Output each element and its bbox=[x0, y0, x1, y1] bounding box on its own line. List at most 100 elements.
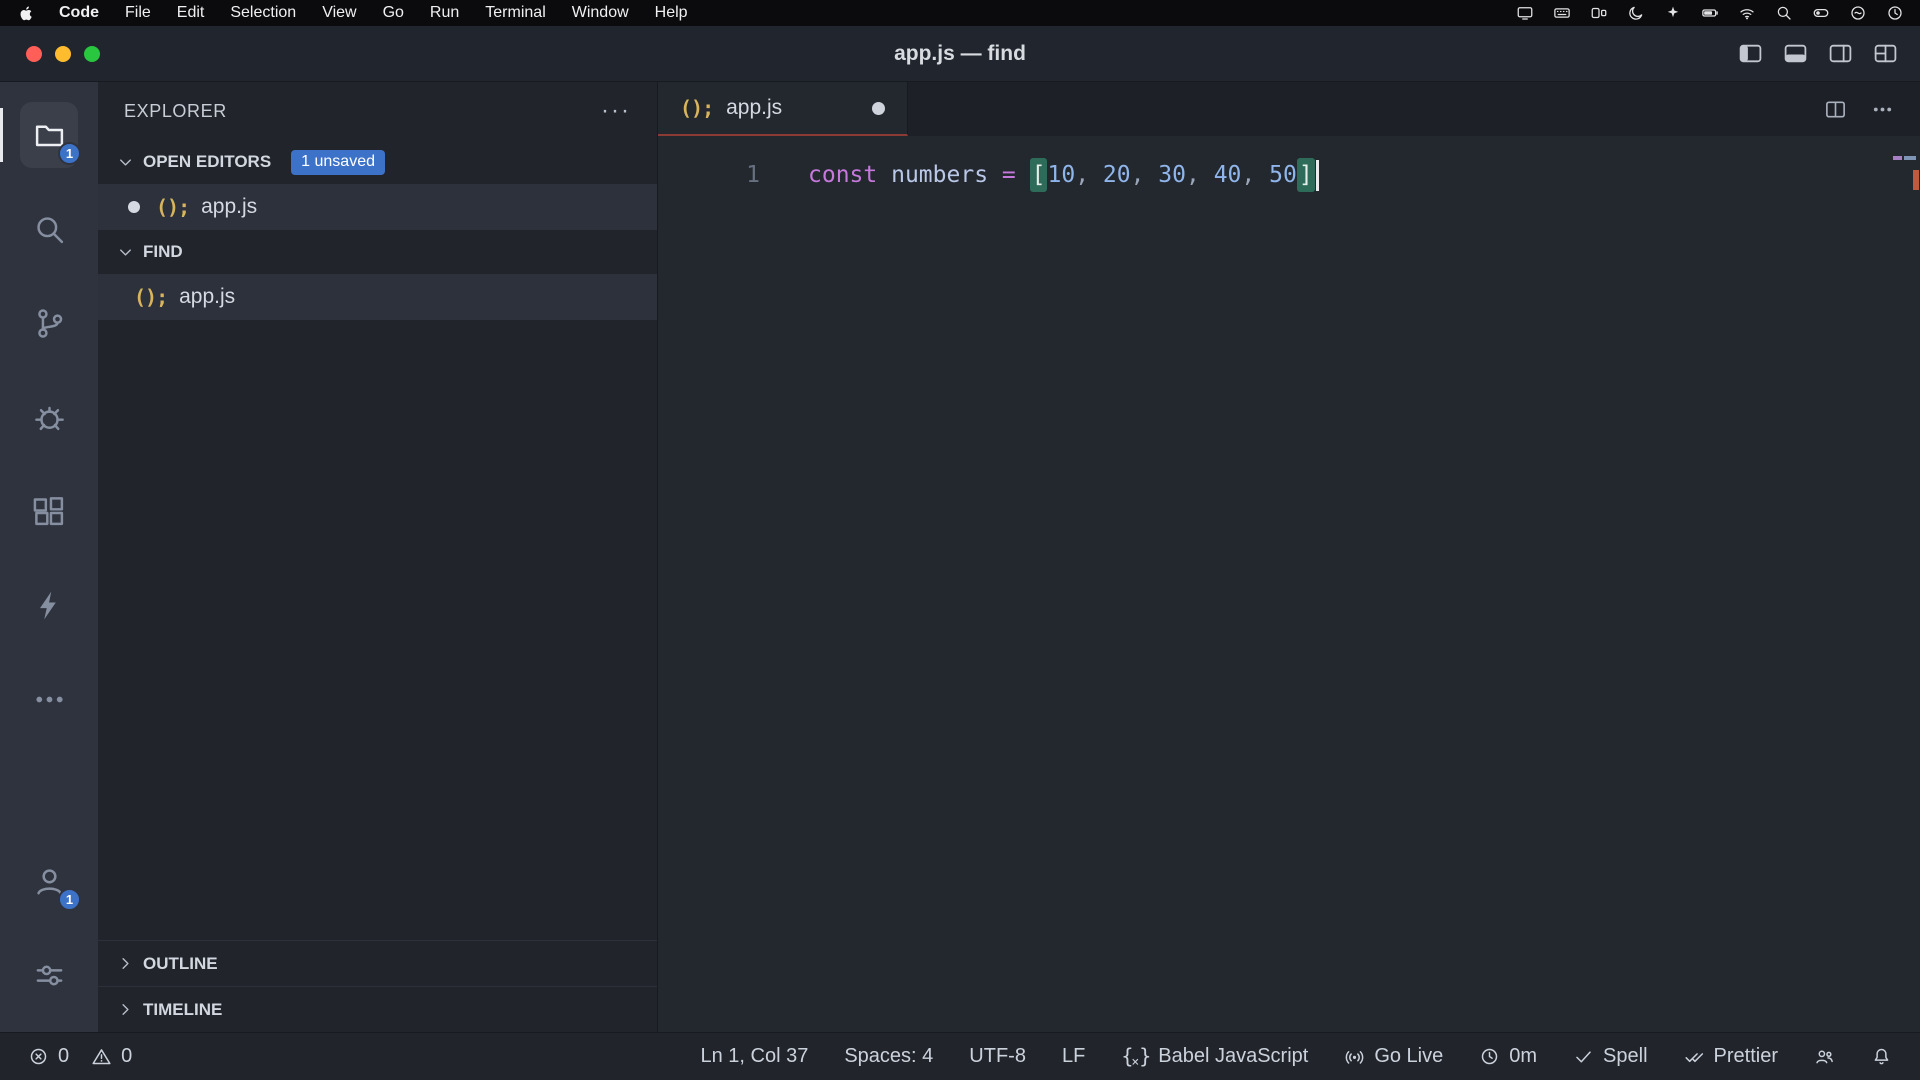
layout-sidebar-left-icon[interactable] bbox=[1738, 41, 1763, 66]
display-icon[interactable] bbox=[1516, 4, 1534, 22]
text-cursor bbox=[1316, 160, 1319, 191]
status-problems-warnings[interactable]: 0 bbox=[91, 1045, 132, 1068]
status-text: UTF-8 bbox=[969, 1045, 1026, 1068]
code-token: const bbox=[808, 162, 877, 188]
check-icon bbox=[1573, 1046, 1594, 1067]
layout-grid-icon[interactable] bbox=[1873, 41, 1898, 66]
menu-selection[interactable]: Selection bbox=[230, 4, 296, 22]
activity-explorer[interactable]: 1 bbox=[0, 88, 98, 182]
layout-controls bbox=[1738, 26, 1898, 81]
menu-go[interactable]: Go bbox=[383, 4, 404, 22]
activity-more[interactable] bbox=[0, 652, 98, 746]
code-token: numbers bbox=[891, 162, 988, 188]
status-accounts-status[interactable] bbox=[1814, 1046, 1835, 1067]
chevron-right-icon bbox=[116, 954, 135, 973]
spotlight-icon[interactable] bbox=[1775, 4, 1793, 22]
warning-icon bbox=[91, 1046, 112, 1067]
menu-run[interactable]: Run bbox=[430, 4, 459, 22]
status-indentation[interactable]: Spaces: 4 bbox=[844, 1045, 933, 1068]
clock-icon[interactable] bbox=[1886, 4, 1904, 22]
modified-dot bbox=[128, 201, 140, 213]
explorer-sidebar: EXPLORER ··· OPEN EDITORS 1 unsaved ();a… bbox=[98, 82, 658, 1032]
activity-run-debug[interactable] bbox=[0, 370, 98, 464]
layout-panel-icon[interactable] bbox=[1783, 41, 1808, 66]
menu-help[interactable]: Help bbox=[655, 4, 688, 22]
minimap-code-mark bbox=[1904, 156, 1916, 160]
wifi-icon[interactable] bbox=[1738, 4, 1756, 22]
status-notifications[interactable] bbox=[1871, 1046, 1892, 1067]
editor-toolbar bbox=[1824, 82, 1920, 136]
editor-more-actions-button[interactable] bbox=[1871, 98, 1894, 121]
editor-tab-bar: (); app.js bbox=[658, 82, 1920, 136]
code-line: const numbers = [10, 20, 30, 40, 50] bbox=[808, 158, 1319, 192]
macos-menu-bar: Code File Edit Selection View Go Run Terminal Wi… bbox=[0, 0, 1920, 26]
javascript-icon: (); bbox=[134, 285, 167, 309]
file-item[interactable]: (); app.js bbox=[98, 274, 657, 320]
menu-status-icons bbox=[1516, 4, 1904, 22]
outline-section-header[interactable]: OUTLINE bbox=[98, 940, 657, 986]
activity-search[interactable] bbox=[0, 182, 98, 276]
stage-manager-icon[interactable] bbox=[1590, 4, 1608, 22]
status-text: Prettier bbox=[1714, 1045, 1778, 1068]
menu-edit[interactable]: Edit bbox=[177, 4, 205, 22]
zoom-window-button[interactable] bbox=[84, 46, 100, 62]
activity-accounts[interactable]: 1 bbox=[0, 834, 98, 928]
apple-menu-icon[interactable] bbox=[18, 5, 35, 22]
vscode-window: Code File Edit Selection View Go Run Terminal Wi… bbox=[0, 0, 1920, 1080]
open-editor-item[interactable]: ();app.js bbox=[98, 184, 657, 230]
code-token: 50 bbox=[1269, 162, 1297, 188]
code-editor[interactable]: 1 const numbers = [10, 20, 30, 40, 50] bbox=[658, 136, 1920, 1032]
menu-terminal[interactable]: Terminal bbox=[485, 4, 545, 22]
status-eol-sequence[interactable]: LF bbox=[1062, 1045, 1085, 1068]
layout-sidebar-right-icon[interactable] bbox=[1828, 41, 1853, 66]
status-bar: 00 Ln 1, Col 37 Spaces: 4 UTF-8 LF {×}Babel … bbox=[0, 1032, 1920, 1080]
menu-window[interactable]: Window bbox=[572, 4, 629, 22]
code-token: 10 bbox=[1047, 162, 1075, 188]
close-window-button[interactable] bbox=[26, 46, 42, 62]
people-icon bbox=[1814, 1046, 1835, 1067]
activity-extensions[interactable] bbox=[0, 464, 98, 558]
status-problems-errors[interactable]: 0 bbox=[28, 1045, 69, 1068]
open-editors-section-header[interactable]: OPEN EDITORS 1 unsaved bbox=[98, 140, 657, 184]
activity-source-control[interactable] bbox=[0, 276, 98, 370]
split-editor-button[interactable] bbox=[1824, 98, 1847, 121]
status-cursor-position[interactable]: Ln 1, Col 37 bbox=[700, 1045, 808, 1068]
line-number: 1 bbox=[658, 162, 760, 188]
menu-file[interactable]: File bbox=[125, 4, 151, 22]
menu-view[interactable]: View bbox=[322, 4, 356, 22]
status-prettier[interactable]: Prettier bbox=[1684, 1045, 1778, 1068]
menu-code[interactable]: Code bbox=[59, 4, 99, 22]
siri-icon[interactable] bbox=[1849, 4, 1867, 22]
timeline-section-header[interactable]: TIMELINE bbox=[98, 986, 657, 1032]
code-token: = bbox=[1002, 162, 1016, 188]
status-go-live[interactable]: Go Live bbox=[1344, 1045, 1443, 1068]
broadcast-icon bbox=[1344, 1046, 1365, 1067]
activity-manage[interactable] bbox=[0, 928, 98, 1022]
moon-icon[interactable] bbox=[1627, 4, 1645, 22]
outline-label: OUTLINE bbox=[143, 954, 218, 974]
timeline-label: TIMELINE bbox=[143, 1000, 222, 1020]
window-controls bbox=[26, 26, 100, 81]
activity-bar: 11 bbox=[0, 82, 98, 1032]
minimap[interactable] bbox=[1890, 136, 1920, 1032]
unsaved-count-badge: 1 unsaved bbox=[291, 150, 385, 175]
activity-thunder-client[interactable] bbox=[0, 558, 98, 652]
sidebar-more-actions-button[interactable]: ··· bbox=[601, 106, 631, 116]
matched-bracket-token: ] bbox=[1297, 158, 1315, 192]
control-center-icon[interactable] bbox=[1812, 4, 1830, 22]
open-editors-label: OPEN EDITORS bbox=[143, 152, 271, 172]
status-spell-checker[interactable]: Spell bbox=[1573, 1045, 1647, 1068]
folder-section-header[interactable]: FIND bbox=[98, 230, 657, 274]
folder-label: FIND bbox=[143, 242, 183, 262]
status-time-tracker[interactable]: 0m bbox=[1479, 1045, 1537, 1068]
file-name: app.js bbox=[179, 285, 235, 309]
keyboard-icon[interactable] bbox=[1553, 4, 1571, 22]
status-encoding[interactable]: UTF-8 bbox=[969, 1045, 1026, 1068]
battery-icon[interactable] bbox=[1701, 4, 1719, 22]
window-title-bar[interactable]: app.js — find bbox=[0, 26, 1920, 82]
minimize-window-button[interactable] bbox=[55, 46, 71, 62]
sparkle-icon[interactable] bbox=[1664, 4, 1682, 22]
status-language-mode[interactable]: {×}Babel JavaScript bbox=[1121, 1044, 1308, 1070]
braces-icon: {×} bbox=[1121, 1044, 1149, 1070]
tab-app-js[interactable]: (); app.js bbox=[658, 82, 908, 136]
